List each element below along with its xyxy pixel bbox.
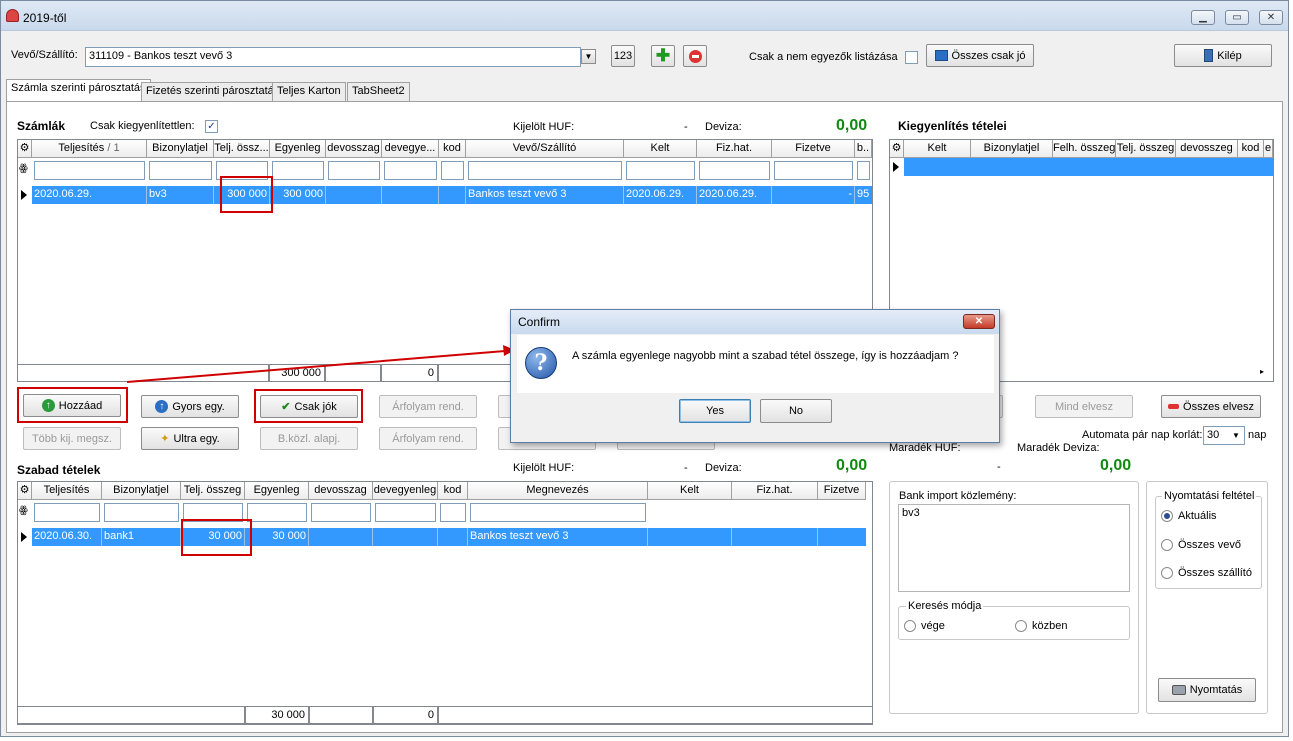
- yes-button[interactable]: Yes: [679, 399, 751, 423]
- dialog-message: A számla egyenlege nagyobb mint a szabad…: [572, 350, 959, 362]
- dialog-title: Confirm: [518, 315, 561, 329]
- question-icon: ?: [525, 347, 557, 379]
- confirm-dialog: Confirm ✕ ? A számla egyenlege nagyobb m…: [510, 309, 1000, 443]
- dialog-message-area: [517, 335, 994, 393]
- dialog-close-button[interactable]: ✕: [963, 314, 995, 329]
- no-button[interactable]: No: [760, 399, 832, 423]
- dialog-title-bar: Confirm ✕: [511, 310, 999, 334]
